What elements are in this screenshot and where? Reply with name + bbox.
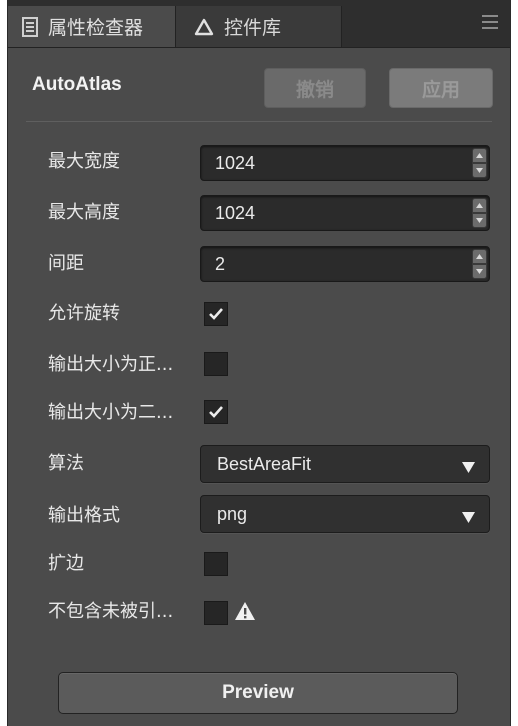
decrement-icon[interactable] bbox=[472, 264, 487, 279]
checkmark-icon bbox=[209, 406, 223, 418]
checkmark-icon bbox=[209, 308, 223, 320]
menu-icon[interactable] bbox=[482, 15, 498, 29]
force-square-label: 输出大小为正... bbox=[48, 354, 174, 375]
algorithm-label: 算法 bbox=[48, 453, 84, 474]
inspector-panel: 属性检查器 控件库 AutoAtlas 撤销 应用 最大宽度 1024 最大高度… bbox=[7, 0, 511, 726]
asset-title: AutoAtlas bbox=[32, 74, 122, 95]
increment-icon[interactable] bbox=[472, 249, 487, 264]
format-value: png bbox=[217, 504, 248, 524]
dropdown-arrow-icon bbox=[462, 458, 475, 477]
max-width-value: 1024 bbox=[215, 153, 256, 173]
tab-inspector-label: 属性检查器 bbox=[48, 17, 144, 39]
tab-inspector[interactable]: 属性检查器 bbox=[8, 6, 176, 47]
undo-button[interactable]: 撤销 bbox=[264, 68, 366, 108]
max-height-input[interactable]: 1024 bbox=[200, 195, 490, 231]
dropdown-arrow-icon bbox=[462, 508, 475, 527]
max-height-spinner[interactable] bbox=[472, 198, 487, 228]
algorithm-select[interactable]: BestAreaFit bbox=[200, 445, 490, 483]
power-of-two-label: 输出大小为二... bbox=[48, 402, 174, 423]
padding-spinner[interactable] bbox=[472, 249, 487, 279]
format-label: 输出格式 bbox=[48, 505, 120, 526]
triangle-icon bbox=[194, 18, 214, 36]
format-select[interactable]: png bbox=[200, 495, 490, 533]
padding-input[interactable]: 2 bbox=[200, 246, 490, 282]
extrude-checkbox[interactable] bbox=[204, 552, 228, 576]
tab-widget-library-label: 控件库 bbox=[224, 17, 282, 39]
allow-rotation-checkbox[interactable] bbox=[204, 302, 228, 326]
padding-value: 2 bbox=[215, 254, 226, 274]
force-square-checkbox[interactable] bbox=[204, 352, 228, 376]
max-height-value: 1024 bbox=[215, 203, 256, 223]
increment-icon[interactable] bbox=[472, 148, 487, 163]
warning-icon[interactable] bbox=[234, 601, 256, 625]
filter-unused-checkbox[interactable] bbox=[204, 601, 228, 625]
header-divider bbox=[26, 121, 492, 122]
preview-button[interactable]: Preview bbox=[58, 672, 458, 714]
decrement-icon[interactable] bbox=[472, 163, 487, 178]
inspector-icon bbox=[22, 16, 38, 37]
max-width-label: 最大宽度 bbox=[48, 151, 120, 172]
max-width-input[interactable]: 1024 bbox=[200, 145, 490, 181]
filter-unused-label: 不包含未被引... bbox=[48, 601, 174, 622]
padding-label: 间距 bbox=[48, 253, 84, 274]
extrude-label: 扩边 bbox=[48, 553, 84, 574]
decrement-icon[interactable] bbox=[472, 213, 487, 228]
max-width-spinner[interactable] bbox=[472, 148, 487, 178]
tab-bar: 属性检查器 控件库 bbox=[8, 0, 510, 48]
allow-rotation-label: 允许旋转 bbox=[48, 303, 120, 324]
apply-button[interactable]: 应用 bbox=[389, 68, 493, 108]
tab-widget-library[interactable]: 控件库 bbox=[176, 6, 342, 47]
power-of-two-checkbox[interactable] bbox=[204, 400, 228, 424]
max-height-label: 最大高度 bbox=[48, 202, 120, 223]
increment-icon[interactable] bbox=[472, 198, 487, 213]
algorithm-value: BestAreaFit bbox=[217, 454, 312, 474]
